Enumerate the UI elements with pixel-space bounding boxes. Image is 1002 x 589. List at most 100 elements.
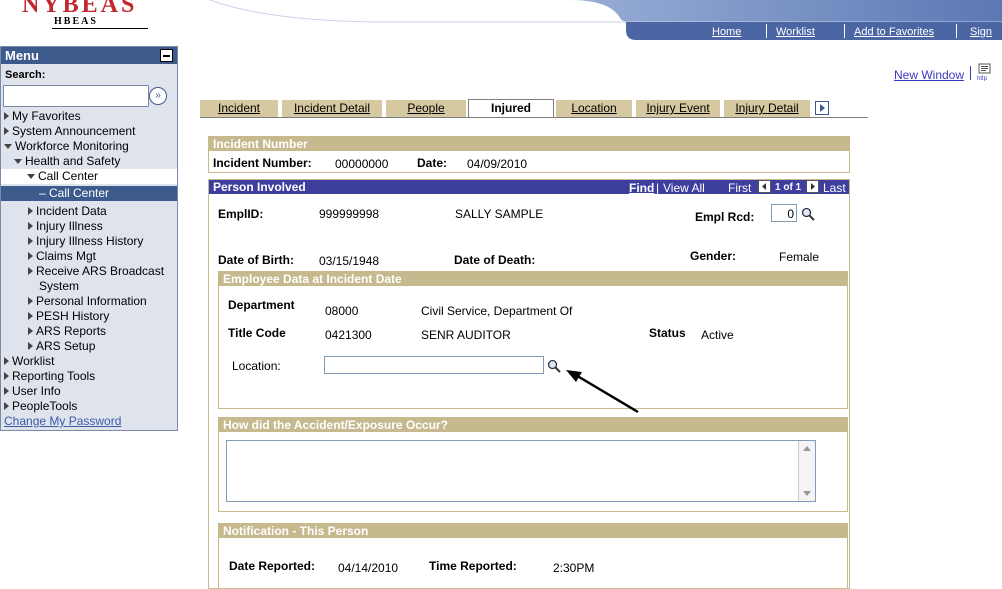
link-divider: [766, 24, 767, 38]
menu-item-my-favorites[interactable]: My Favorites: [4, 109, 81, 124]
menu-item-user-info[interactable]: User Info: [4, 384, 61, 399]
incident-number-section: Incident Number Incident Number: 0000000…: [208, 136, 850, 173]
collapsed-triangle-icon: [4, 402, 9, 410]
accident-description-textarea[interactable]: [226, 440, 816, 502]
menu-item-change-my-password[interactable]: Change My Password: [4, 414, 121, 429]
collapsed-triangle-icon: [28, 252, 33, 260]
section-header: Employee Data at Incident Date: [219, 272, 847, 286]
home-link[interactable]: Home: [712, 26, 741, 38]
date-reported-value: 04/14/2010: [338, 561, 399, 575]
scroll-down-icon: [803, 491, 811, 496]
menu-item-ars-setup[interactable]: ARS Setup: [28, 339, 95, 354]
employee-data-section: Employee Data at Incident Date Departmen…: [218, 271, 848, 409]
dob-label: Date of Birth:: [218, 253, 294, 267]
location-input[interactable]: [324, 356, 544, 374]
menu-item-health-and-safety[interactable]: Health and Safety: [14, 154, 120, 169]
time-reported-value: 2:30PM: [553, 561, 595, 575]
svg-text:http: http: [977, 76, 988, 81]
menu-item-ars-reports[interactable]: ARS Reports: [28, 324, 106, 339]
menu-item-call-center[interactable]: – Call Center: [1, 186, 177, 201]
view-all-link[interactable]: View All: [663, 181, 705, 195]
tab-injured[interactable]: Injured: [468, 99, 554, 117]
help-icon[interactable]: http: [977, 63, 993, 81]
incident-number-value: 00000000: [335, 157, 389, 171]
tab-injury-detail[interactable]: Injury Detail: [724, 100, 810, 117]
tab-people[interactable]: People: [386, 100, 466, 117]
find-link[interactable]: Find: [629, 181, 654, 195]
tab-incident[interactable]: Incident: [200, 100, 278, 117]
navigation-menu: Menu Search: » My Favorites System Annou…: [0, 46, 178, 431]
textarea-scrollbar[interactable]: [798, 441, 815, 501]
gender-label: Gender:: [690, 249, 737, 263]
menu-item-personal-information[interactable]: Personal Information: [28, 294, 147, 309]
emplid-value: 999999998: [319, 207, 380, 221]
section-header: Incident Number: [209, 137, 849, 151]
menu-header: Menu: [1, 47, 177, 64]
collapsed-triangle-icon: [28, 297, 33, 305]
menu-item-injury-illness[interactable]: Injury Illness: [28, 219, 103, 234]
tab-baseline: [200, 117, 868, 118]
menu-item-incident-data[interactable]: Incident Data: [28, 204, 107, 219]
collapsed-triangle-icon: [28, 237, 33, 245]
search-go-button[interactable]: »: [149, 87, 167, 105]
tab-incident-detail[interactable]: Incident Detail: [282, 100, 382, 117]
department-name: Civil Service, Department Of: [421, 304, 573, 318]
menu-item-worklist[interactable]: Worklist: [4, 354, 54, 369]
empl-rcd-label: Empl Rcd:: [695, 210, 755, 224]
next-tab-icon[interactable]: [815, 101, 829, 115]
menu-item-pesh-history[interactable]: PESH History: [28, 309, 109, 324]
collapsed-triangle-icon: [4, 112, 9, 120]
dob-value: 03/15/1948: [319, 254, 380, 268]
lookup-icon[interactable]: [801, 207, 815, 221]
location-lookup-icon[interactable]: [547, 359, 561, 373]
menu-item-peopletools[interactable]: PeopleTools: [4, 399, 77, 414]
add-to-favorites-link[interactable]: Add to Favorites: [854, 26, 934, 38]
tab-injury-event[interactable]: Injury Event: [636, 100, 720, 117]
employee-name: SALLY SAMPLE: [455, 207, 544, 221]
section-header: How did the Accident/Exposure Occur?: [219, 418, 847, 432]
minimize-menu-button[interactable]: [160, 49, 173, 62]
person-involved-section: Person Involved Find | View All First 1 …: [208, 179, 850, 589]
logo-subtitle: HBEAS: [54, 16, 98, 27]
collapsed-triangle-icon: [28, 342, 33, 350]
new-window-link[interactable]: New Window: [894, 68, 964, 82]
separator: |: [656, 181, 660, 195]
title-name: SENR AUDITOR: [421, 328, 511, 342]
sign-out-link[interactable]: Sign out: [970, 26, 1002, 50]
collapsed-triangle-icon: [28, 207, 33, 215]
collapsed-triangle-icon: [4, 127, 9, 135]
date-label: Date:: [417, 156, 448, 170]
menu-item-reporting-tools[interactable]: Reporting Tools: [4, 369, 95, 384]
date-value: 04/09/2010: [467, 157, 528, 171]
collapsed-triangle-icon: [4, 357, 9, 365]
collapsed-triangle-icon: [28, 222, 33, 230]
last-link[interactable]: Last: [823, 181, 846, 195]
previous-arrow-icon[interactable]: [758, 180, 771, 193]
menu-title: Menu: [5, 48, 39, 63]
notification-section: Notification - This Person Date Reported…: [218, 523, 848, 589]
menu-item-system-announcement[interactable]: System Announcement: [4, 124, 135, 139]
empl-rcd-input[interactable]: 0: [771, 204, 797, 222]
menu-item-receive-ars-broadcast[interactable]: Receive ARS Broadcast: [28, 264, 164, 279]
worklist-link[interactable]: Worklist: [776, 26, 815, 38]
scroll-up-icon: [803, 446, 811, 451]
expanded-triangle-icon: [27, 174, 35, 179]
menu-item-claims-mgt[interactable]: Claims Mgt: [28, 249, 96, 264]
menu-item-call-center-folder[interactable]: Call Center: [1, 169, 177, 184]
incident-number-label: Incident Number:: [213, 156, 312, 170]
row-count: 1 of 1: [775, 182, 802, 193]
collapsed-triangle-icon: [4, 372, 9, 380]
menu-item-injury-illness-history[interactable]: Injury Illness History: [28, 234, 143, 249]
divider: [970, 66, 971, 80]
menu-item-receive-ars-broadcast-cont[interactable]: System: [39, 279, 79, 294]
menu-search-input[interactable]: [3, 85, 149, 107]
dod-label: Date of Death:: [454, 253, 536, 267]
search-label: Search:: [5, 69, 46, 81]
status-label: Status: [649, 326, 686, 340]
tab-location[interactable]: Location: [556, 100, 632, 117]
next-arrow-icon[interactable]: [806, 180, 819, 193]
accident-section: How did the Accident/Exposure Occur?: [218, 417, 848, 512]
menu-item-workforce-monitoring[interactable]: Workforce Monitoring: [4, 139, 129, 154]
first-link[interactable]: First: [728, 181, 751, 195]
link-divider: [844, 24, 845, 38]
